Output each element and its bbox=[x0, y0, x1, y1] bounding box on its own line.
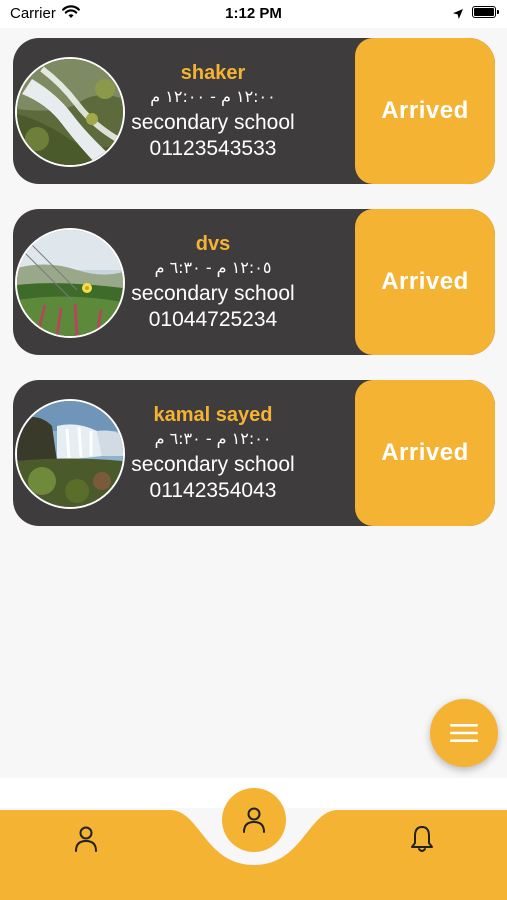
nav-profile-button[interactable] bbox=[70, 822, 102, 856]
time-range: ١٢:٠٥ م - ٦:٣٠ م bbox=[154, 258, 272, 277]
school-label: secondary school bbox=[131, 282, 295, 305]
student-name: dvs bbox=[195, 233, 231, 255]
list-item[interactable]: kamal sayed ١٢:٠٠ م - ٦:٣٠ م secondary s… bbox=[13, 380, 495, 526]
menu-fab-button[interactable] bbox=[430, 699, 498, 767]
phone-number: 01044725234 bbox=[148, 308, 278, 331]
arrived-button[interactable]: Arrived bbox=[355, 209, 495, 355]
person-icon bbox=[243, 807, 265, 833]
student-photo bbox=[15, 399, 125, 509]
menu-icon bbox=[450, 724, 478, 742]
student-info: shaker ١٢:٠٠ م - ١٢:٠٠ م secondary schoo… bbox=[123, 60, 303, 162]
bell-icon bbox=[411, 826, 433, 852]
student-photo bbox=[15, 57, 125, 167]
nav-notifications-button[interactable] bbox=[406, 822, 438, 856]
arrived-button[interactable]: Arrived bbox=[355, 38, 495, 184]
location-arrow-icon bbox=[452, 7, 464, 25]
list-item[interactable]: shaker ١٢:٠٠ م - ١٢:٠٠ م secondary schoo… bbox=[13, 38, 495, 184]
clock: 1:12 PM bbox=[225, 5, 282, 22]
list-item[interactable]: dvs ١٢:٠٥ م - ٦:٣٠ م secondary school 01… bbox=[13, 209, 495, 355]
school-label: secondary school bbox=[131, 453, 295, 476]
time-range: ١٢:٠٠ م - ٦:٣٠ م bbox=[154, 429, 272, 448]
battery-icon bbox=[472, 6, 499, 18]
arrived-button[interactable]: Arrived bbox=[355, 380, 495, 526]
student-name: shaker bbox=[180, 62, 246, 84]
student-info: dvs ١٢:٠٥ م - ٦:٣٠ م secondary school 01… bbox=[123, 231, 303, 333]
student-photo bbox=[15, 228, 125, 338]
time-range: ١٢:٠٠ م - ١٢:٠٠ م bbox=[150, 87, 276, 106]
status-bar: Carrier 1:12 PM bbox=[0, 0, 507, 28]
student-info: kamal sayed ١٢:٠٠ م - ٦:٣٠ م secondary s… bbox=[123, 402, 303, 504]
person-icon bbox=[75, 826, 97, 852]
school-label: secondary school bbox=[131, 111, 295, 134]
phone-number: 01123543533 bbox=[149, 137, 277, 160]
nav-home-button[interactable] bbox=[222, 788, 286, 852]
phone-number: 01142354043 bbox=[149, 479, 277, 502]
student-name: kamal sayed bbox=[153, 404, 273, 426]
